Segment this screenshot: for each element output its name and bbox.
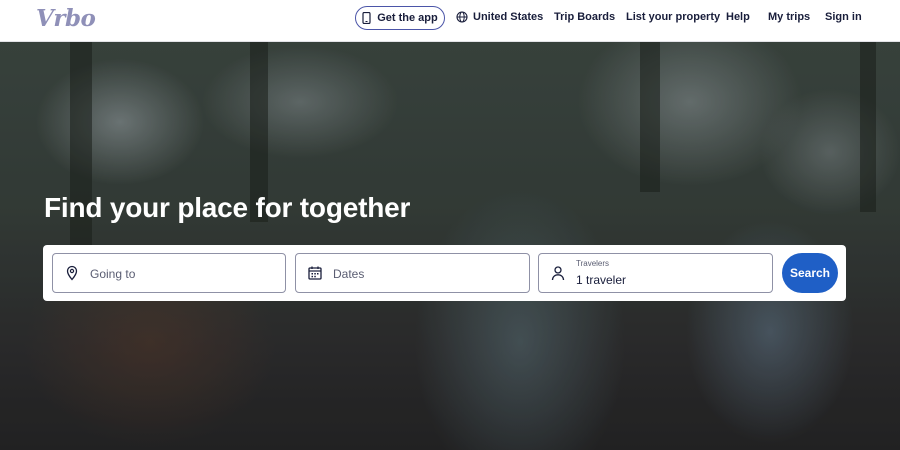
hero-banner: Find your place for together Going to Da… xyxy=(0,42,900,450)
person-icon xyxy=(551,266,565,281)
map-pin-icon xyxy=(66,265,78,281)
phone-icon xyxy=(362,12,371,24)
search-bar: Going to Dates Travelers 1 traveler Sear… xyxy=(43,245,846,301)
travelers-field[interactable]: Travelers 1 traveler xyxy=(538,253,773,293)
get-app-label: Get the app xyxy=(377,12,438,24)
top-header: Vrbo Get the app United States Trip Boar… xyxy=(0,0,900,42)
help-link[interactable]: Help xyxy=(726,11,750,23)
region-selector[interactable]: United States xyxy=(456,11,543,23)
vrbo-logo[interactable]: Vrbo xyxy=(36,5,96,32)
dates-placeholder: Dates xyxy=(333,267,365,281)
hero-title: Find your place for together xyxy=(44,192,411,223)
list-property-link[interactable]: List your property xyxy=(626,11,720,23)
dates-field[interactable]: Dates xyxy=(295,253,530,293)
my-trips-link[interactable]: My trips xyxy=(768,11,810,23)
trip-boards-link[interactable]: Trip Boards xyxy=(554,11,615,23)
get-app-button[interactable]: Get the app xyxy=(355,6,445,30)
travelers-value: 1 traveler xyxy=(576,273,627,287)
calendar-icon xyxy=(308,266,322,280)
region-label: United States xyxy=(473,11,544,23)
destination-field[interactable]: Going to xyxy=(52,253,286,293)
search-button[interactable]: Search xyxy=(782,253,838,293)
globe-icon xyxy=(456,11,468,23)
destination-placeholder: Going to xyxy=(90,267,136,281)
travelers-label: Travelers xyxy=(576,259,610,268)
sign-in-link[interactable]: Sign in xyxy=(825,11,862,23)
